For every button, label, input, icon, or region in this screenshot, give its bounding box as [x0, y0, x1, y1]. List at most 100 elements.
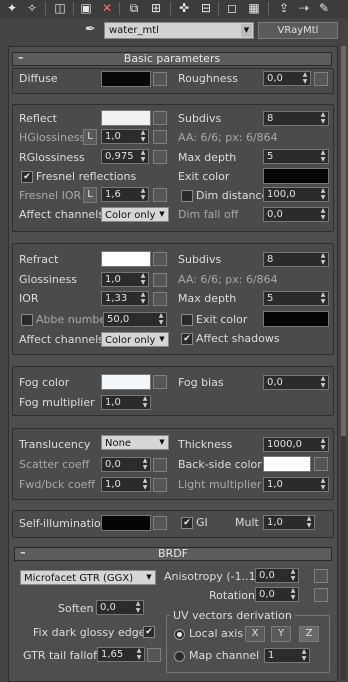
scrollbar-thumb[interactable]	[341, 46, 346, 436]
glossiness-spinner[interactable]: 1,0 ▲ ▼	[101, 272, 149, 287]
reflect-exit-color-swatch[interactable]	[263, 168, 329, 184]
copy-material-icon[interactable]: ⊞	[148, 1, 164, 15]
refract-label: Refract	[19, 253, 59, 266]
soften-spinner[interactable]: 0,0 ▲ ▼	[96, 600, 144, 615]
hglossiness-lock-button[interactable]: L	[83, 129, 97, 145]
fresnel-ior-label: Fresnel IOR	[19, 189, 82, 202]
dim-distance-spinner[interactable]: 100,0 ▲ ▼	[263, 187, 329, 202]
self-illumination-map-button[interactable]	[153, 516, 167, 530]
material-id-icon[interactable]: ⊟	[198, 1, 214, 15]
material-type-button[interactable]: VRayMtl	[258, 22, 338, 39]
gtr-tail-falloff-spinner[interactable]: 1,65 ▲ ▼	[97, 647, 145, 662]
light-multiplier-spinner[interactable]: 1,0 ▲ ▼	[263, 477, 329, 492]
gi-checkbox[interactable]: ✔	[181, 517, 193, 529]
reflect-map-button[interactable]	[153, 111, 167, 125]
rollout-title: BRDF	[158, 547, 188, 560]
fix-dark-glossy-checkbox[interactable]: ✔	[143, 626, 155, 638]
diffuse-color-swatch[interactable]	[101, 71, 151, 87]
rotation-label: Rotation	[209, 589, 256, 602]
abbe-checkbox[interactable]	[21, 314, 33, 326]
dim-falloff-spinner[interactable]: 0,0 ▲ ▼	[263, 207, 329, 222]
go-sibling-icon[interactable]: ⇢	[296, 1, 312, 15]
rglossiness-spinner[interactable]: 0,975 ▲ ▼	[101, 149, 149, 164]
dim-distance-checkbox[interactable]	[181, 190, 193, 202]
self-illumination-color-swatch[interactable]	[101, 515, 151, 531]
make-unique-icon[interactable]: ⧉	[126, 1, 142, 15]
hglossiness-map-button[interactable]	[153, 130, 167, 144]
ior-map-button[interactable]	[153, 292, 167, 306]
chevron-down-icon[interactable]: ▼	[241, 24, 252, 37]
fresnel-checkbox[interactable]: ✔	[21, 171, 33, 183]
show-end-result-icon[interactable]: ◻	[224, 1, 240, 15]
chevron-down-icon: ▼	[159, 335, 165, 343]
map-channel-spinner[interactable]: 1 ▲ ▼	[264, 648, 310, 663]
fresnel-ior-spinner[interactable]: 1,6 ▲ ▼	[101, 187, 149, 202]
fwd-bck-map-button[interactable]	[153, 478, 167, 492]
fog-color-swatch[interactable]	[101, 374, 151, 390]
translucency-dropdown[interactable]: None ▼	[101, 435, 169, 450]
refract-map-button[interactable]	[153, 252, 167, 266]
refract-affect-channels-dropdown[interactable]: Color only ▼	[101, 332, 169, 347]
scatter-coeff-spinner[interactable]: 0,0 ▲ ▼	[101, 457, 151, 472]
anisotropy-map-button[interactable]	[314, 569, 328, 583]
put-library-icon[interactable]: ▣	[78, 1, 94, 15]
refract-aa-info: AA: 6/6; px: 6/864	[178, 273, 278, 286]
pick-material-icon[interactable]: ✎	[316, 1, 332, 15]
roughness-spinner[interactable]: 0,0 ▲ ▼	[263, 71, 311, 86]
translucency-label: Translucency	[19, 438, 91, 451]
diffuse-map-button[interactable]	[153, 72, 167, 86]
collapse-icon: –	[20, 546, 26, 559]
reflect-max-depth-spinner[interactable]: 5 ▲ ▼	[263, 149, 329, 164]
back-side-map-button[interactable]	[314, 457, 328, 471]
fog-color-map-button[interactable]	[153, 375, 167, 389]
abbe-spinner[interactable]: 50,0 ▲ ▼	[103, 312, 167, 327]
refract-affect-channels-label: Affect channels	[19, 333, 104, 346]
rollout-brdf[interactable]: – BRDF	[14, 547, 332, 561]
brdf-type-dropdown[interactable]: Microfacet GTR (GGX) ▼	[20, 570, 156, 585]
refract-color-swatch[interactable]	[101, 251, 151, 267]
fresnel-ior-map-button[interactable]	[153, 188, 167, 202]
refract-exit-color-swatch[interactable]	[263, 311, 329, 327]
refract-max-depth-spinner[interactable]: 5 ▲ ▼	[263, 291, 329, 306]
hglossiness-spinner[interactable]: 1,0 ▲ ▼	[101, 129, 149, 144]
thickness-spinner[interactable]: 1000,0 ▲ ▼	[263, 437, 329, 452]
fog-bias-label: Fog bias	[178, 376, 224, 389]
put-to-scene-icon[interactable]: ✧	[24, 1, 40, 15]
rotation-map-button[interactable]	[314, 588, 328, 602]
reset-map-icon[interactable]: ✕	[99, 1, 115, 15]
axis-z-button[interactable]: Z	[299, 626, 319, 642]
material-name-field[interactable]: water_mtl ▼	[104, 22, 254, 39]
glossiness-map-button[interactable]	[153, 273, 167, 287]
refract-subdivs-spinner[interactable]: 8 ▲ ▼	[263, 252, 329, 267]
show-map-icon[interactable]: ✜	[176, 1, 192, 15]
reflect-color-swatch[interactable]	[101, 110, 151, 126]
reflect-affect-channels-dropdown[interactable]: Color only ▼	[101, 207, 169, 222]
fwd-bck-coeff-spinner[interactable]: 1,0 ▲ ▼	[101, 477, 151, 492]
eyedropper-icon[interactable]: ✒	[85, 22, 96, 37]
go-parent-icon[interactable]: ⇪	[276, 1, 292, 15]
self-illum-mult-spinner[interactable]: 1,0 ▲ ▼	[263, 515, 315, 530]
affect-shadows-checkbox[interactable]: ✔	[181, 333, 193, 345]
rotation-spinner[interactable]: 0,0 ▲ ▼	[255, 587, 299, 602]
map-channel-radio[interactable]	[174, 651, 185, 662]
checker-icon[interactable]: ▦	[246, 1, 262, 15]
fresnel-ior-lock-button[interactable]: L	[83, 187, 97, 203]
ior-spinner[interactable]: 1,33 ▲ ▼	[101, 291, 149, 306]
gtr-map-button[interactable]	[147, 648, 161, 662]
roughness-label: Roughness	[178, 72, 239, 85]
rollout-basic-parameters[interactable]: – Basic parameters	[12, 52, 332, 66]
fog-multiplier-spinner[interactable]: 1,0 ▲ ▼	[101, 395, 151, 410]
anisotropy-spinner[interactable]: 0,0 ▲ ▼	[255, 568, 299, 583]
assign-material-icon[interactable]: ◫	[52, 1, 68, 15]
rglossiness-map-button[interactable]	[153, 150, 167, 164]
reflect-subdivs-spinner[interactable]: 8 ▲ ▼	[263, 111, 329, 126]
fog-bias-spinner[interactable]: 0,0 ▲ ▼	[263, 375, 329, 390]
axis-y-button[interactable]: Y	[271, 626, 291, 642]
exit-color-checkbox[interactable]	[181, 314, 193, 326]
back-side-color-swatch[interactable]	[263, 456, 311, 472]
roughness-map-button[interactable]	[314, 72, 328, 86]
axis-x-button[interactable]: X	[245, 626, 265, 642]
scatter-map-button[interactable]	[153, 458, 167, 472]
local-axis-radio[interactable]	[174, 629, 185, 640]
get-material-icon[interactable]: ✦	[4, 1, 20, 15]
